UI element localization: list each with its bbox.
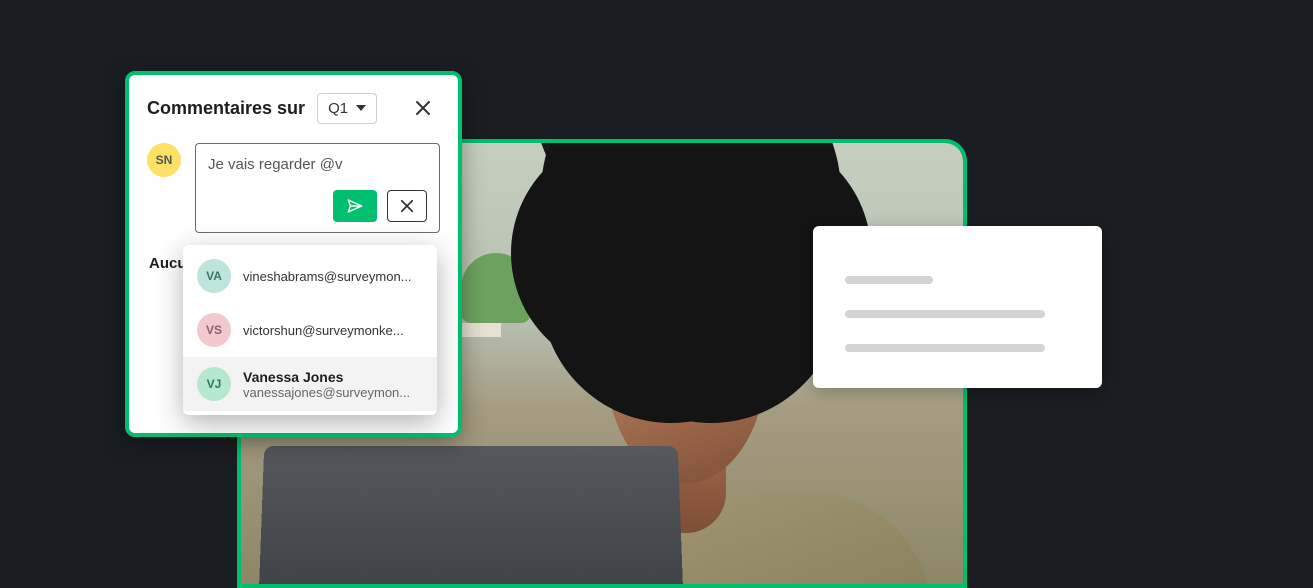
mention-item[interactable]: VS victorshun@surveymonke... xyxy=(183,303,437,357)
laptop xyxy=(258,446,685,588)
person-hair xyxy=(541,139,841,343)
mention-email: vineshabrams@surveymon... xyxy=(243,269,412,284)
mention-avatar: VJ xyxy=(197,367,231,401)
mention-initials: VS xyxy=(206,323,222,337)
skeleton-card xyxy=(813,226,1102,388)
compose-box[interactable]: Je vais regarder @v xyxy=(195,143,440,233)
author-avatar: SN xyxy=(147,143,181,177)
close-icon xyxy=(415,100,431,116)
mention-avatar: VS xyxy=(197,313,231,347)
mention-initials: VJ xyxy=(207,377,222,391)
cancel-compose-button[interactable] xyxy=(387,190,427,222)
mention-email: vanessajones@surveymon... xyxy=(243,385,410,400)
mention-text: vineshabrams@surveymon... xyxy=(243,269,412,284)
question-selector-label: Q1 xyxy=(328,100,348,117)
mention-name-label: Vanessa Jones xyxy=(243,369,410,385)
send-icon xyxy=(346,197,364,215)
close-button[interactable] xyxy=(406,91,440,125)
compose-row: SN Je vais regarder @v xyxy=(129,135,458,233)
close-icon xyxy=(400,199,414,213)
skeleton-line xyxy=(845,276,933,284)
author-initials: SN xyxy=(156,153,173,167)
mention-dropdown: VA vineshabrams@surveymon... VS victorsh… xyxy=(183,245,437,415)
mention-item[interactable]: VJ Vanessa Jones vanessajones@surveymon.… xyxy=(183,357,437,411)
mention-text: Vanessa Jones vanessajones@surveymon... xyxy=(243,369,410,400)
skeleton-line xyxy=(845,344,1045,352)
panel-header: Commentaires sur Q1 xyxy=(129,75,458,135)
panel-title: Commentaires sur xyxy=(147,98,305,119)
skeleton-line xyxy=(845,310,1045,318)
send-button[interactable] xyxy=(333,190,377,222)
question-selector[interactable]: Q1 xyxy=(317,93,377,124)
plant xyxy=(461,253,531,323)
mention-item[interactable]: VA vineshabrams@surveymon... xyxy=(183,249,437,303)
compose-text[interactable]: Je vais regarder @v xyxy=(208,156,427,176)
mention-email: victorshun@surveymonke... xyxy=(243,323,404,338)
compose-actions xyxy=(208,190,427,222)
mention-initials: VA xyxy=(206,269,222,283)
mention-avatar: VA xyxy=(197,259,231,293)
chevron-down-icon xyxy=(356,105,366,111)
mention-text: victorshun@surveymonke... xyxy=(243,323,404,338)
